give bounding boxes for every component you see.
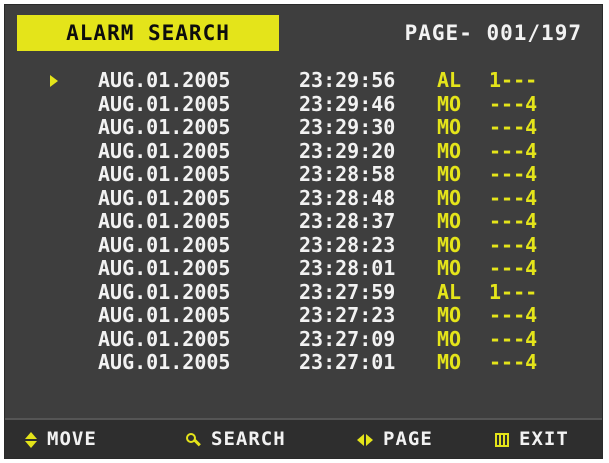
- selection-cursor-icon: [50, 75, 58, 87]
- record-time: 23:27:09: [299, 326, 396, 351]
- alarm-record-row[interactable]: AUG.01.2005 23:29:46 MO ---4: [5, 91, 602, 117]
- record-date: AUG.01.2005: [98, 185, 231, 210]
- page-hint[interactable]: PAGE: [357, 420, 433, 458]
- record-time: 23:27:59: [299, 279, 396, 304]
- alarm-record-row[interactable]: AUG.01.2005 23:27:59 AL 1---: [5, 279, 602, 305]
- record-date: AUG.01.2005: [98, 91, 231, 116]
- record-type: MO: [437, 138, 462, 163]
- record-type: MO: [437, 326, 462, 351]
- record-time: 23:28:58: [299, 162, 396, 186]
- record-channels: ---4: [489, 350, 538, 374]
- page-label: PAGE: [383, 428, 433, 450]
- alarm-record-row[interactable]: AUG.01.2005 23:28:23 MO ---4: [5, 232, 602, 258]
- alarm-record-row[interactable]: AUG.01.2005 23:29:20 MO ---4: [5, 138, 602, 164]
- alarm-record-row[interactable]: AUG.01.2005 23:28:48 MO ---4: [5, 185, 602, 211]
- move-hint[interactable]: MOVE: [25, 420, 97, 458]
- record-type: MO: [437, 115, 462, 139]
- exit-hint[interactable]: EXIT: [495, 420, 569, 458]
- record-date: AUG.01.2005: [98, 303, 231, 327]
- record-time: 23:29:20: [299, 138, 396, 163]
- left-right-arrows-icon: [357, 433, 373, 446]
- screen-title: ALARM SEARCH: [17, 15, 279, 51]
- alarm-record-row[interactable]: AUG.01.2005 23:27:01 MO ---4: [5, 350, 602, 375]
- record-channels: 1---: [489, 68, 538, 92]
- page-indicator: PAGE- 001/197: [404, 21, 582, 45]
- record-type: MO: [437, 209, 462, 233]
- up-down-arrows-icon: [25, 431, 37, 448]
- record-type: MO: [437, 303, 462, 327]
- record-type: MO: [437, 185, 462, 210]
- record-channels: ---4: [489, 185, 538, 210]
- record-date: AUG.01.2005: [98, 232, 231, 257]
- record-channels: ---4: [489, 115, 538, 139]
- menu-icon: [495, 432, 509, 447]
- record-type: AL: [437, 279, 462, 304]
- record-date: AUG.01.2005: [98, 326, 231, 351]
- record-date: AUG.01.2005: [98, 162, 231, 186]
- record-channels: ---4: [489, 303, 538, 327]
- record-date: AUG.01.2005: [98, 115, 231, 139]
- alarm-record-row[interactable]: AUG.01.2005 23:28:01 MO ---4: [5, 256, 602, 281]
- record-channels: ---4: [489, 209, 538, 233]
- record-channels: 1---: [489, 279, 538, 304]
- exit-label: EXIT: [519, 428, 569, 450]
- search-hint[interactable]: SEARCH: [185, 420, 286, 458]
- record-channels: ---4: [489, 91, 538, 116]
- record-time: 23:28:23: [299, 232, 396, 257]
- alarm-record-row[interactable]: AUG.01.2005 23:29:30 MO ---4: [5, 115, 602, 140]
- move-label: MOVE: [47, 428, 97, 450]
- record-date: AUG.01.2005: [98, 68, 231, 92]
- alarm-record-row[interactable]: AUG.01.2005 23:28:37 MO ---4: [5, 209, 602, 234]
- record-time: 23:28:37: [299, 209, 396, 233]
- record-time: 23:28:48: [299, 185, 396, 210]
- alarm-record-row[interactable]: AUG.01.2005 23:27:09 MO ---4: [5, 326, 602, 352]
- record-date: AUG.01.2005: [98, 256, 231, 280]
- record-date: AUG.01.2005: [98, 350, 231, 374]
- record-time: 23:29:46: [299, 91, 396, 116]
- record-date: AUG.01.2005: [98, 138, 231, 163]
- record-time: 23:29:30: [299, 115, 396, 139]
- record-type: MO: [437, 232, 462, 257]
- search-label: SEARCH: [211, 428, 286, 450]
- alarm-record-row[interactable]: AUG.01.2005 23:28:58 MO ---4: [5, 162, 602, 187]
- record-type: MO: [437, 91, 462, 116]
- record-channels: ---4: [489, 256, 538, 280]
- record-time: 23:29:56: [299, 68, 396, 92]
- alarm-record-row[interactable]: AUG.01.2005 23:27:23 MO ---4: [5, 303, 602, 328]
- record-channels: ---4: [489, 138, 538, 163]
- alarm-record-row[interactable]: AUG.01.2005 23:29:56 AL 1---: [5, 68, 602, 93]
- record-time: 23:27:23: [299, 303, 396, 327]
- dvr-screen: ALARM SEARCH PAGE- 001/197 AUG.01.2005 23…: [4, 4, 603, 459]
- alarm-list: AUG.01.2005 23:29:56 AL 1--- AUG.01.2005 23:2…: [5, 68, 602, 375]
- record-channels: ---4: [489, 326, 538, 351]
- record-type: AL: [437, 68, 462, 92]
- record-channels: ---4: [489, 232, 538, 257]
- control-hints-bar: MOVE SEARCH PAGE EXIT: [5, 418, 602, 458]
- record-type: MO: [437, 350, 462, 374]
- record-date: AUG.01.2005: [98, 279, 231, 304]
- record-type: MO: [437, 256, 462, 280]
- record-time: 23:27:01: [299, 350, 396, 374]
- record-date: AUG.01.2005: [98, 209, 231, 233]
- search-icon: [185, 432, 201, 448]
- record-channels: ---4: [489, 162, 538, 186]
- record-time: 23:28:01: [299, 256, 396, 280]
- record-type: MO: [437, 162, 462, 186]
